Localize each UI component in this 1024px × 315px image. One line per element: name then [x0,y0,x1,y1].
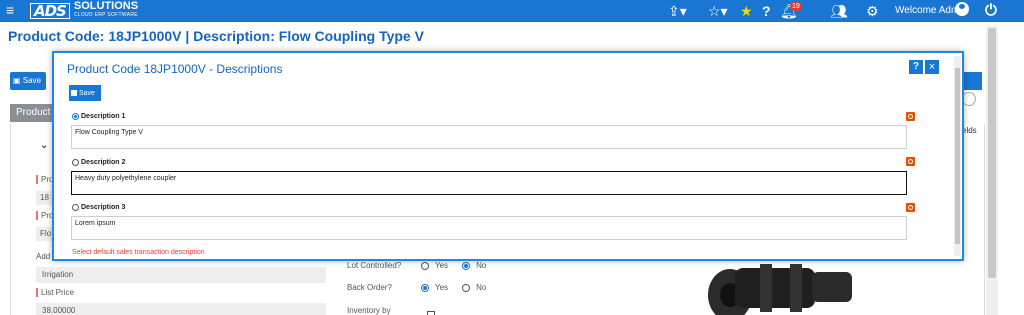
page-scrollbar-thumb[interactable] [988,28,996,278]
list-price-label: List Price [36,288,74,297]
inventory-location-label: Inventory by Location? [347,306,391,315]
default-description-note: Select default sales transaction descrip… [72,249,205,256]
description-3-header: Description 3 [72,204,125,211]
back-order-no-radio[interactable] [462,283,471,292]
description-1-radio[interactable] [72,113,79,120]
back-order-label: Back Order? [347,283,392,292]
description-1-header: Description 1 [72,113,125,120]
logo-tagline: CLOUD ERP SOFTWARE [73,12,138,18]
inventory-location-checkbox[interactable] [427,311,435,315]
dropdown-button[interactable] [962,72,982,90]
category-field[interactable]: Irrigation [36,267,326,283]
modal-save-label: Save [79,89,95,97]
description-3-reset-icon[interactable] [906,203,915,212]
modal-help-button[interactable]: ? [909,60,923,74]
company-logo[interactable]: ADS SOLUTIONS CLOUD ERP SOFTWARE [30,0,139,20]
description-2-label: Description 2 [81,159,126,166]
description-2-radio[interactable] [72,159,79,166]
back-order-yes-radio[interactable] [421,283,429,292]
no-label: No [476,261,487,270]
gear-icon[interactable]: ⚙ [866,3,879,19]
toggle-circle[interactable] [962,92,976,106]
yes-label: Yes [435,283,449,292]
logo-mark: ADS [30,3,70,19]
description-2-textarea[interactable]: Heavy duty polyethylene coupler [71,171,907,195]
description-1-label: Description 1 [81,113,126,120]
favorite-star-icon[interactable]: ★ [740,3,753,19]
additional-label: Add [36,252,51,261]
description-2-reset-icon[interactable] [906,157,915,166]
description-3-radio[interactable] [72,204,79,211]
help-icon[interactable]: ? [762,3,771,19]
description-3-textarea[interactable]: Lorem ipsum [71,216,907,240]
description-3-label: Description 3 [81,204,126,211]
users-icon[interactable]: 👥︎ [830,3,848,19]
share-icon[interactable]: ⇪▾ [668,3,687,19]
notification-count-badge: 19 [790,2,802,11]
lot-controlled-no-radio[interactable] [462,261,471,270]
page-save-button[interactable]: ▣ Save [10,72,46,90]
list-price-field[interactable]: 38.00000 [36,303,326,315]
star-outline-icon[interactable]: ☆▾ [708,3,728,19]
modal-save-button[interactable]: Save [69,85,101,101]
description-1-reset-icon[interactable] [906,112,915,121]
lot-controlled-yes-radio[interactable] [421,261,429,270]
modal-close-button[interactable]: × [925,60,939,74]
save-disk-icon [71,90,77,96]
field-label-stub: Pro [36,175,53,184]
lot-controlled-row: Lot Controlled? Yes No [347,261,496,270]
logo-name: SOLUTIONS [73,0,139,12]
field-label-stub: Pro [36,211,53,220]
modal-title: Product Code 18JP1000V - Descriptions [67,62,283,76]
description-1-textarea[interactable]: Flow Coupling Type V [71,125,907,149]
no-label: No [476,283,487,292]
chevron-down-icon[interactable]: ⌄ [40,140,48,151]
hamburger-icon[interactable]: ≡ [6,2,14,18]
description-2-header: Description 2 [72,159,125,166]
back-order-row: Back Order? Yes No [347,283,496,292]
yes-label: Yes [435,261,449,270]
page-scrollbar[interactable] [986,26,998,315]
power-icon[interactable]: ⏻ [985,2,997,19]
modal-scrollbar[interactable] [954,56,961,256]
inventory-location-row: Inventory by Location? [347,306,435,315]
lot-controlled-label: Lot Controlled? [347,261,402,270]
user-account-icon[interactable] [955,2,969,16]
modal-scrollbar-thumb[interactable] [955,68,960,244]
page-title: Product Code: 18JP1000V | Description: F… [8,28,424,44]
descriptions-modal: Product Code 18JP1000V - Descriptions ? … [52,51,964,261]
top-navigation-bar: ≡ ADS SOLUTIONS CLOUD ERP SOFTWARE ⇪▾ ☆▾… [0,0,1024,22]
